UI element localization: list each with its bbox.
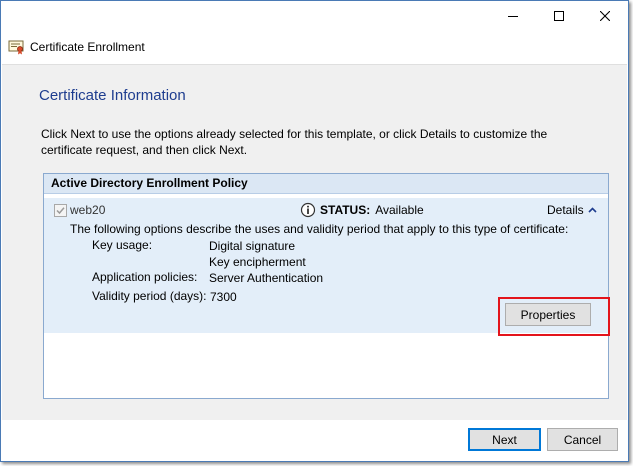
status-value: Available <box>375 203 424 217</box>
info-icon <box>300 202 316 218</box>
page-description: Click Next to use the options already se… <box>41 127 548 157</box>
policy-header: Active Directory Enrollment Policy <box>44 174 608 194</box>
status-label: STATUS: <box>320 203 371 217</box>
key-usage-value: Digital signature <box>209 239 296 253</box>
template-checkbox[interactable] <box>54 204 67 217</box>
key-usage-values: Digital signature Key encipherment <box>209 238 306 270</box>
options-description: The following options describe the uses … <box>70 222 569 236</box>
chevron-up-icon <box>588 207 597 213</box>
cancel-button[interactable]: Cancel <box>547 428 618 451</box>
wizard-content: Certificate Information Click Next to us… <box>2 64 627 420</box>
close-button[interactable] <box>582 1 628 31</box>
minimize-icon <box>508 16 518 17</box>
minimize-button[interactable] <box>490 1 536 31</box>
details-label: Details <box>547 203 584 217</box>
caption-controls <box>490 1 628 31</box>
validity-period-label: Validity period (days): <box>92 289 207 303</box>
maximize-button[interactable] <box>536 1 582 31</box>
window-title: Certificate Enrollment <box>30 40 145 54</box>
certificate-icon <box>8 40 24 55</box>
status-indicator: STATUS: Available <box>300 202 424 218</box>
key-usage-label: Key usage: <box>92 238 153 252</box>
application-policies-value: Server Authentication <box>209 271 324 285</box>
key-usage-value: Key encipherment <box>209 255 306 269</box>
close-icon <box>600 11 610 21</box>
window-title-row: Certificate Enrollment <box>8 38 145 56</box>
next-button[interactable]: Next <box>468 428 541 451</box>
template-name: web20 <box>70 203 106 217</box>
validity-period-value: 7300 <box>210 290 237 304</box>
application-policies-label: Application policies: <box>92 270 198 284</box>
maximize-icon <box>554 11 564 21</box>
highlight-annotation <box>498 297 610 336</box>
certificate-enrollment-window: Certificate Enrollment Certificate Infor… <box>0 0 629 462</box>
enrollment-policy-panel: Active Directory Enrollment Policy web20… <box>43 173 609 399</box>
details-toggle[interactable]: Details <box>547 203 597 217</box>
page-heading: Certificate Information <box>39 87 186 104</box>
